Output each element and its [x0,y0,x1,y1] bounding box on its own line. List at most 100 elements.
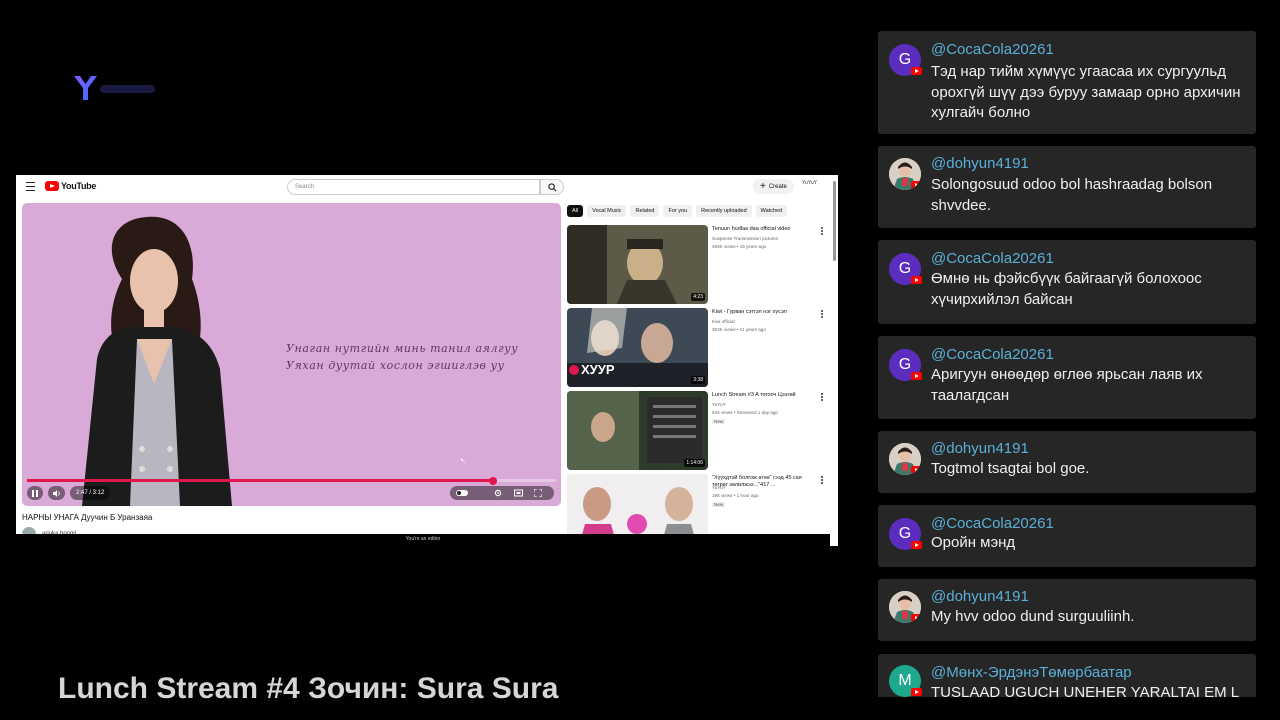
avatar-initial: M [898,672,912,689]
chip-all[interactable]: All [567,205,584,217]
related-meta: 459K views • 15 years ago [712,244,767,249]
live-chat: G @CocaCola20261 Тэд нар тийм хүмүүс уга… [878,0,1256,697]
related-channel[interactable]: YuYuY [712,485,726,490]
video-duration: 1:14:06 [684,459,705,467]
menu-icon[interactable] [26,182,35,191]
chat-author: @CocaCola20261 [931,41,1054,58]
more-options-icon[interactable] [821,476,823,484]
youtube-badge-icon [911,372,922,380]
more-options-icon[interactable] [821,393,823,401]
fullscreen-icon[interactable] [534,489,542,497]
chat-message: G @CocaCola20261 Тэд нар тийм хүмүүс уга… [878,31,1256,134]
video-thumbnail[interactable]: 4:23 [567,225,708,304]
time-display: 2:47 / 3:12 [70,486,111,500]
search-icon [548,183,557,192]
xuur-watermark: ХУУР [569,362,615,377]
search-input[interactable]: Search [287,179,540,195]
yuyuy-logo-icon [70,74,170,104]
youtube-badge-icon [911,466,921,474]
chip-for-you[interactable]: For you [663,205,693,217]
chip-related[interactable]: Related [630,205,660,217]
settings-icon[interactable] [494,489,502,497]
create-label: Create [768,183,787,190]
user-avatar: G [889,44,922,76]
pause-button[interactable] [27,486,43,500]
youtube-logo[interactable]: YouTube [45,181,96,191]
shared-screen: YouTube Search + Create YuYuY Унаган нутг… [16,175,838,546]
search-button[interactable] [540,179,564,195]
related-title[interactable]: "Хүүхдтэй болгож өгнө" гээд 45 сая төгрө… [712,475,812,489]
video-duration: 4:23 [691,293,705,301]
chat-author: @dohyun4191 [931,588,1029,605]
mouse-cursor-icon: ↖ [460,458,466,465]
user-avatar [889,443,921,475]
more-options-icon[interactable] [821,310,823,318]
related-video-item[interactable]: ХУУР 3:38 Kiwi - Гурван сэтгэл нэг хүсэл… [567,308,829,391]
chip-vocal-music[interactable]: Vocal Music [587,205,627,217]
chat-message: G @CocaCola20261 Оройн мэнд [878,505,1256,567]
chip-recently-uploaded[interactable]: Recently uploaded [696,205,752,217]
video-title: НАРНЫ УНАГА Дуучин Б Уранзаяа [22,513,153,522]
chat-text: Тэд нар тийм хүмүүс угаасаа их сургуульд… [931,63,1241,121]
volume-icon [52,489,60,497]
chat-text: Togtmol tsagtai bol goe. [931,460,1090,477]
new-badge: New [712,502,726,507]
chat-text: Аригуун өнөөдөр өглөө ярьсан лаяв их таа… [931,366,1203,404]
related-meta: 303K views • 11 years ago [712,327,766,332]
related-title[interactable]: Kiwi - Гурван сэтгэл нэг хүсэл [712,309,812,316]
theater-mode-icon[interactable] [514,489,523,497]
editor-notice: You're an editor [16,534,830,546]
youtube-badge-icon [911,688,922,696]
lyrics-line: Уяхан дуутай хослон эгшиглэв уу [286,359,505,372]
progress-fill [27,479,493,482]
video-thumbnail[interactable]: 1:14:06 [567,391,708,470]
stream-title: Lunch Stream #4 Зочин: Sura Sura [58,672,559,705]
user-avatar: G [889,518,922,550]
youtube-badge-icon [911,181,921,189]
youtube-play-icon [45,181,59,191]
youtube-header: YouTube Search + Create YuYuY [16,175,838,199]
related-channel[interactable]: Kiwi official [712,319,735,324]
avatar-initial: G [898,525,912,542]
pause-icon [32,489,38,497]
user-avatar: G [889,349,922,381]
related-meta: 544 views • Streamed 1 day ago [712,410,778,415]
avatar-initial: G [898,260,912,277]
chat-message: @dohyun4191 Solongosuud odoo bol hashraa… [878,146,1256,228]
chat-message: @dohyun4191 My hvv odoo dund surguuliinh… [878,579,1256,641]
chat-text: My hvv odoo dund surguuliinh. [931,608,1135,625]
video-player[interactable]: Унаган нутгийн минь танил аялгуу Уяхан д… [22,203,561,506]
progress-bar[interactable] [27,476,556,485]
xuur-logo-icon [569,364,579,375]
xuur-label: ХУУР [581,362,615,377]
lyrics-line: Унаган нутгийн минь танил аялгуу [286,342,519,355]
volume-button[interactable] [48,486,65,500]
account-avatar[interactable]: YuYuY [802,180,817,186]
youtube-brand: YouTube [61,181,97,191]
autoplay-toggle[interactable] [456,490,468,496]
progress-knob[interactable] [488,476,497,485]
chat-text: Оройн мэнд [931,534,1016,551]
related-video-item[interactable]: 4:23 Tenuun hudlaa daa official video Su… [567,225,829,308]
related-title[interactable]: Tenuun hudlaa daa official video [712,226,812,233]
user-avatar [889,591,921,623]
filter-chips: All Vocal Music Related For you Recently… [567,205,788,217]
related-meta: 195 views • 1 hour ago [712,493,759,498]
create-button[interactable]: + Create [753,179,794,194]
avatar-initial: G [898,356,912,373]
chat-message: M @Мөнх-ЭрдэнэТөмөрбаатар TUSLAAD UGUCH … [878,654,1256,697]
youtube-badge-icon [911,276,922,284]
chip-watched[interactable]: Watched [755,205,788,217]
youtube-badge-icon [911,541,922,549]
more-options-icon[interactable] [821,227,823,235]
user-avatar: G [889,253,922,285]
related-video-item[interactable]: 1:14:06 Lunch Stream #3 A тогооч Цээгий … [567,391,829,474]
related-title[interactable]: Lunch Stream #3 A тогооч Цээгий [712,392,812,399]
user-avatar [889,158,921,190]
new-badge: New [712,419,726,424]
page-scrollbar[interactable] [833,181,836,261]
video-thumbnail[interactable]: ХУУР 3:38 [567,308,708,387]
related-channel[interactable]: YuYuY [712,402,726,407]
related-channel[interactable]: Suspense Transmission pictures [712,236,778,241]
chat-message: G @CocaCola20261 Өмнө нь фэйсбүүк байгаа… [878,240,1256,324]
